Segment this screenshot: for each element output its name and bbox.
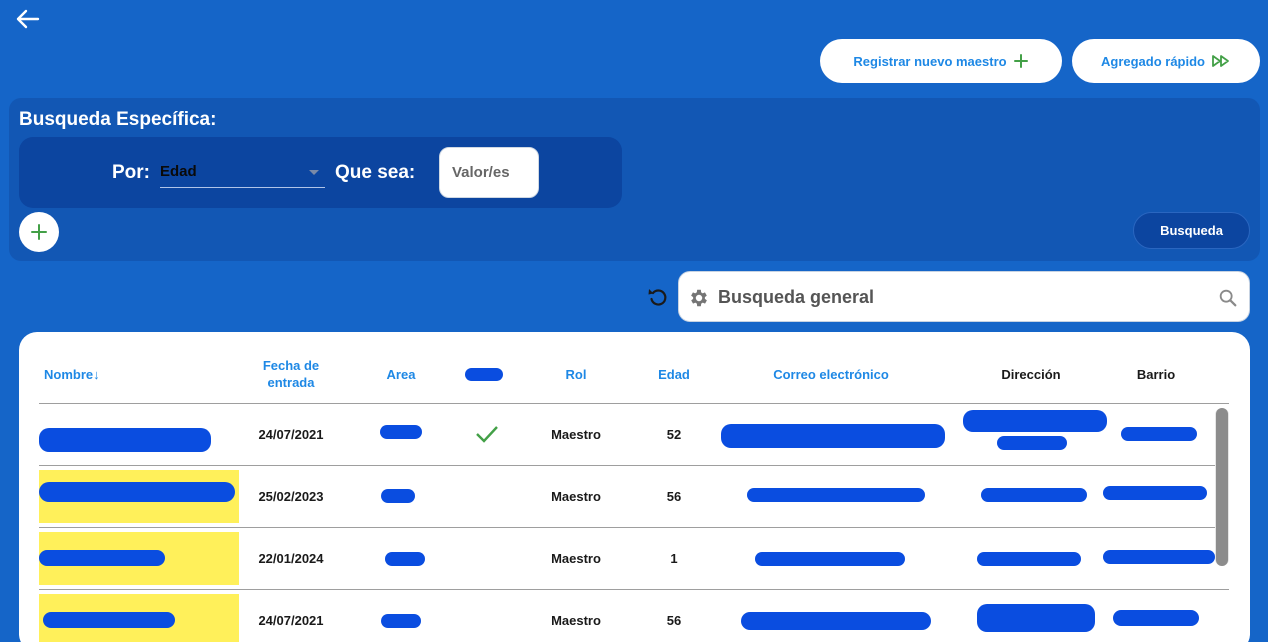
table-row[interactable]: 22/01/2024 Maestro 1 bbox=[39, 528, 1229, 590]
redacted-direccion bbox=[977, 552, 1081, 566]
column-header-nombre[interactable]: Nombre↓ bbox=[44, 354, 154, 394]
redacted-barrio bbox=[1103, 550, 1215, 564]
redacted-barrio bbox=[1113, 610, 1199, 626]
column-header-correo[interactable]: Correo electrónico bbox=[751, 354, 911, 394]
redacted-direccion bbox=[977, 604, 1095, 632]
cell-fecha: 24/07/2021 bbox=[258, 613, 324, 628]
redacted-header bbox=[465, 367, 503, 381]
fast-forward-icon bbox=[1212, 55, 1229, 67]
table-row[interactable]: 25/02/2023 Maestro 56 bbox=[39, 466, 1229, 528]
redacted-nombre bbox=[39, 428, 211, 452]
check-icon bbox=[476, 426, 498, 443]
redacted-nombre bbox=[39, 482, 235, 502]
redacted-barrio bbox=[1121, 427, 1197, 441]
redacted-correo bbox=[747, 488, 925, 502]
specific-search-title: Busqueda Específica: bbox=[19, 109, 217, 130]
cell-rol: Maestro bbox=[551, 489, 601, 504]
back-arrow-icon[interactable] bbox=[14, 8, 40, 30]
table-scrollbar-thumb[interactable] bbox=[1216, 408, 1228, 566]
register-new-teacher-button[interactable]: Registrar nuevo maestro bbox=[820, 39, 1062, 83]
redacted-barrio bbox=[1103, 486, 1207, 500]
search-icon[interactable] bbox=[1217, 287, 1239, 309]
redacted-direccion-2 bbox=[997, 436, 1067, 450]
cell-rol: Maestro bbox=[551, 427, 601, 442]
column-header-rol[interactable]: Rol bbox=[536, 354, 616, 394]
que-sea-label: Que sea: bbox=[335, 162, 416, 183]
table-row[interactable]: 24/07/2021 Maestro 52 bbox=[39, 404, 1229, 466]
cell-rol: Maestro bbox=[551, 551, 601, 566]
general-search-box bbox=[678, 271, 1250, 322]
cell-edad: 52 bbox=[666, 427, 682, 442]
redacted-area bbox=[381, 614, 421, 628]
add-criteria-button[interactable] bbox=[19, 212, 59, 252]
redacted-direccion bbox=[963, 410, 1107, 432]
cell-edad: 1 bbox=[670, 551, 678, 566]
column-header-area[interactable]: Area bbox=[371, 354, 431, 394]
general-search-input[interactable] bbox=[718, 280, 1198, 314]
specific-search-panel: Busqueda Específica: Por: Edad Que sea: … bbox=[9, 98, 1260, 261]
refresh-icon[interactable] bbox=[646, 285, 670, 309]
quick-add-button-label: Agregado rápido bbox=[1100, 53, 1205, 69]
field-select[interactable]: Edad bbox=[160, 160, 325, 188]
redacted-correo bbox=[721, 424, 945, 448]
column-header-status[interactable] bbox=[449, 354, 519, 394]
cell-edad: 56 bbox=[666, 489, 682, 504]
column-header-fecha[interactable]: Fecha de entrada bbox=[241, 354, 341, 394]
redacted-direccion bbox=[981, 488, 1087, 502]
cell-fecha: 22/01/2024 bbox=[258, 551, 324, 566]
redacted-correo bbox=[755, 552, 905, 566]
cell-fecha: 24/07/2021 bbox=[258, 427, 324, 442]
por-label: Por: bbox=[112, 162, 150, 183]
redacted-nombre bbox=[39, 550, 165, 566]
redacted-correo bbox=[741, 612, 931, 630]
redacted-area bbox=[385, 552, 425, 566]
cell-fecha: 25/02/2023 bbox=[258, 489, 324, 504]
cell-rol: Maestro bbox=[551, 613, 601, 628]
specific-search-button[interactable]: Busqueda bbox=[1133, 212, 1250, 249]
redacted-nombre bbox=[43, 612, 175, 628]
search-criteria-row: Por: Edad Que sea: bbox=[19, 137, 622, 208]
cell-edad: 56 bbox=[666, 613, 682, 628]
dropdown-arrow-icon bbox=[309, 170, 319, 175]
table-row[interactable]: 24/07/2021 Maestro 56 bbox=[39, 590, 1229, 642]
column-header-barrio[interactable]: Barrio bbox=[1116, 354, 1196, 394]
redacted-area bbox=[381, 489, 415, 503]
column-header-direccion[interactable]: Dirección bbox=[981, 354, 1081, 394]
column-header-edad[interactable]: Edad bbox=[639, 354, 709, 394]
plus-icon bbox=[1013, 54, 1028, 68]
value-input[interactable] bbox=[439, 147, 539, 198]
quick-add-button[interactable]: Agregado rápido bbox=[1072, 39, 1260, 83]
plus-icon bbox=[31, 224, 47, 240]
redacted-area bbox=[380, 425, 422, 439]
register-button-label: Registrar nuevo maestro bbox=[853, 53, 1007, 69]
field-select-value: Edad bbox=[160, 163, 197, 180]
teachers-table: Nombre↓ Fecha de entrada Area Rol Edad C… bbox=[19, 332, 1250, 642]
gear-icon[interactable] bbox=[688, 287, 710, 309]
